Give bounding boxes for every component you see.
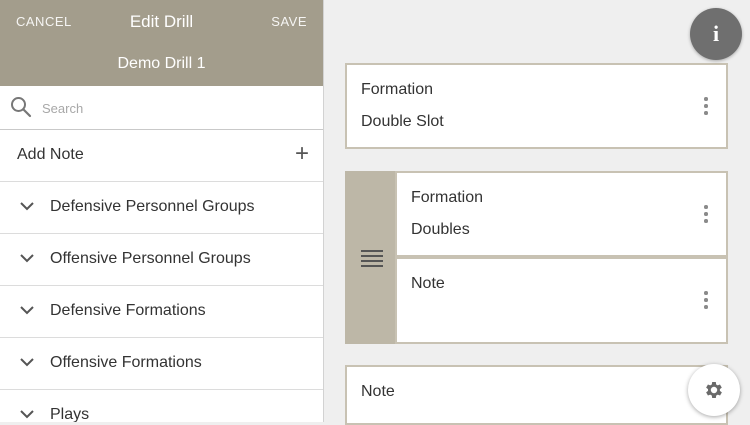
category-label: Defensive Formations xyxy=(50,302,206,319)
add-note-row[interactable]: Add Note + xyxy=(0,130,323,182)
drill-item-card[interactable]: Formation Doubles xyxy=(395,171,728,257)
chevron-down-icon xyxy=(20,358,34,367)
more-options-icon[interactable] xyxy=(704,97,708,115)
drill-item-card[interactable]: Note xyxy=(345,365,728,425)
card-value: Doubles xyxy=(411,221,470,238)
category-label: Plays xyxy=(50,406,90,422)
category-label: Defensive Personnel Groups xyxy=(50,198,255,215)
category-row-offensive-formations[interactable]: Offensive Formations xyxy=(0,338,323,390)
search-icon xyxy=(11,97,32,118)
chevron-down-icon xyxy=(20,306,34,315)
more-options-icon[interactable] xyxy=(704,291,708,309)
info-icon[interactable]: i xyxy=(690,8,742,60)
drill-name[interactable]: Demo Drill 1 xyxy=(0,55,323,73)
search-input[interactable] xyxy=(40,94,304,122)
more-options-icon[interactable] xyxy=(704,205,708,223)
category-label: Offensive Formations xyxy=(50,354,202,371)
header-bar: CANCEL Edit Drill SAVE Demo Drill 1 xyxy=(0,0,323,86)
category-label: Offensive Personnel Groups xyxy=(50,250,251,267)
chevron-down-icon xyxy=(20,202,34,211)
category-row-defensive-personnel[interactable]: Defensive Personnel Groups xyxy=(0,182,323,234)
gear-icon xyxy=(706,382,722,398)
card-value: Double Slot xyxy=(361,113,444,130)
card-type: Note xyxy=(411,275,445,292)
card-type: Formation xyxy=(361,81,434,98)
drill-editor-panel: CANCEL Edit Drill SAVE Demo Drill 1 Add … xyxy=(0,0,324,422)
card-type: Note xyxy=(361,383,395,400)
chevron-down-icon xyxy=(20,410,34,419)
chevron-down-icon xyxy=(20,254,34,263)
save-button[interactable]: SAVE xyxy=(271,14,307,29)
settings-button[interactable] xyxy=(688,364,740,416)
search-bar xyxy=(0,86,323,130)
drag-handle-icon[interactable] xyxy=(361,250,383,270)
category-row-offensive-personnel[interactable]: Offensive Personnel Groups xyxy=(0,234,323,286)
drill-item-card[interactable]: Formation Double Slot xyxy=(345,63,728,149)
category-row-defensive-formations[interactable]: Defensive Formations xyxy=(0,286,323,338)
plus-icon[interactable]: + xyxy=(295,142,309,166)
card-type: Formation xyxy=(411,189,484,206)
drill-item-card[interactable]: Note xyxy=(395,257,728,344)
category-row-plays[interactable]: Plays xyxy=(0,390,323,422)
add-note-label: Add Note xyxy=(17,146,84,163)
